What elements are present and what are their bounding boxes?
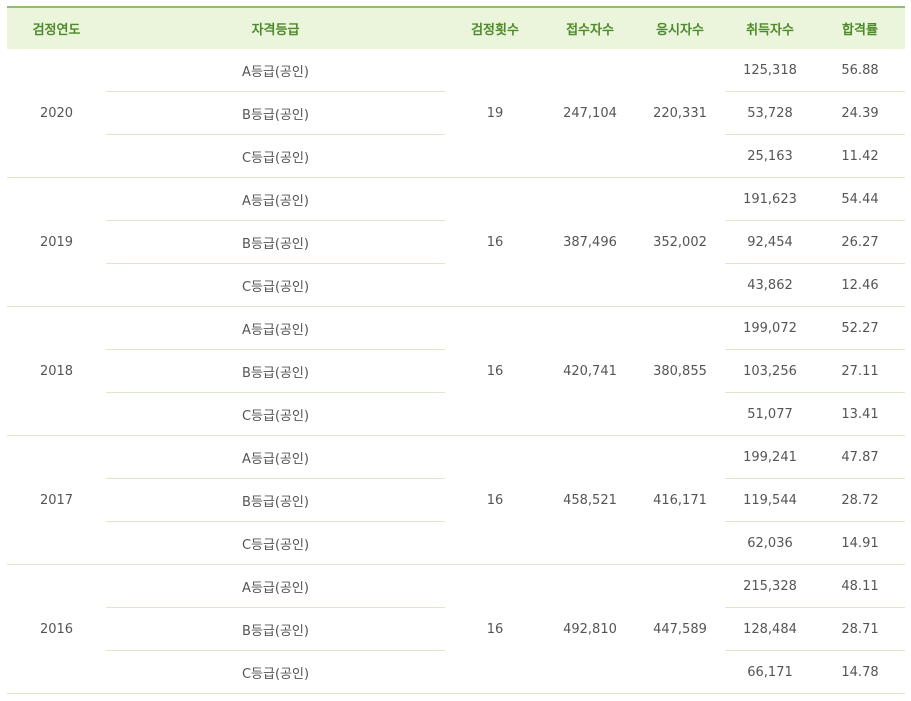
- obtained-cell: 128,484: [725, 607, 815, 651]
- obtained-cell: 191,623: [725, 177, 815, 221]
- table-row: 2020 A등급(공인) 19 247,104 220,331 125,318 56.88: [7, 49, 905, 178]
- examinees-cell: 352,002: [635, 177, 725, 307]
- pass-rate-cell: 24.39: [815, 91, 905, 135]
- applicants-cell: 420,741: [545, 306, 635, 436]
- table-row: 2019 A등급(공인) 16 387,496 352,002 191,623 54.44: [7, 177, 905, 307]
- pass-rate-cell: 14.91: [815, 521, 905, 565]
- table-row: 2017 A등급(공인) 16 458,521 416,171 199,241 47.87: [7, 435, 905, 565]
- header-row: 검정연도 자격등급 검정횟수 접수자수 응시자수 취득자수 합격률: [7, 7, 905, 49]
- table-row: 2018 A등급(공인) 16 420,741 380,855 199,072 52.27: [7, 306, 905, 436]
- grade-cell: B등급(공인): [106, 91, 445, 135]
- table-body: 2020 A등급(공인) 19 247,104 220,331 125,318 56.88 B…: [7, 49, 905, 694]
- obtained-cell: 103,256: [725, 349, 815, 393]
- pass-rate-cell: 48.11: [815, 564, 905, 608]
- examinees-cell: 220,331: [635, 49, 725, 178]
- obtained-cell: 199,072: [725, 306, 815, 350]
- applicants-cell: 492,810: [545, 564, 635, 694]
- table-header: 검정연도 자격등급 검정횟수 접수자수 응시자수 취득자수 합격률: [7, 7, 905, 49]
- pass-rate-cell: 54.44: [815, 177, 905, 221]
- pass-rate-cell: 56.88: [815, 49, 905, 92]
- grade-cell: C등급(공인): [106, 521, 445, 565]
- grade-cell: A등급(공인): [106, 435, 445, 479]
- grade-cell: A등급(공인): [106, 564, 445, 608]
- pass-rate-cell: 27.11: [815, 349, 905, 393]
- count-cell: 16: [445, 306, 545, 436]
- obtained-cell: 62,036: [725, 521, 815, 565]
- applicants-cell: 387,496: [545, 177, 635, 307]
- pass-rate-cell: 11.42: [815, 134, 905, 178]
- header-applicants: 접수자수: [566, 23, 614, 38]
- certification-stats-table: 검정연도 자격등급 검정횟수 접수자수 응시자수 취득자수 합격률 2020 A등…: [7, 6, 905, 694]
- obtained-cell: 53,728: [725, 91, 815, 135]
- grade-cell: A등급(공인): [106, 306, 445, 350]
- examinees-cell: 380,855: [635, 306, 725, 436]
- year-cell: 2018: [7, 306, 106, 436]
- pass-rate-cell: 26.27: [815, 220, 905, 264]
- pass-rate-cell: 52.27: [815, 306, 905, 350]
- stats-table-container: 검정연도 자격등급 검정횟수 접수자수 응시자수 취득자수 합격률 2020 A등…: [7, 6, 905, 694]
- count-cell: 16: [445, 564, 545, 694]
- year-cell: 2019: [7, 177, 106, 307]
- obtained-cell: 125,318: [725, 49, 815, 92]
- header-year: 검정연도: [32, 23, 81, 38]
- header-grade: 자격등급: [251, 23, 300, 38]
- count-cell: 16: [445, 177, 545, 307]
- pass-rate-cell: 47.87: [815, 435, 905, 479]
- grade-cell: B등급(공인): [106, 607, 445, 651]
- obtained-cell: 92,454: [725, 220, 815, 264]
- pass-rate-cell: 14.78: [815, 650, 905, 694]
- obtained-cell: 51,077: [725, 392, 815, 436]
- grade-cell: C등급(공인): [106, 263, 445, 307]
- obtained-cell: 66,171: [725, 650, 815, 694]
- obtained-cell: 199,241: [725, 435, 815, 479]
- examinees-cell: 416,171: [635, 435, 725, 565]
- examinees-cell: 447,589: [635, 564, 725, 694]
- grade-cell: C등급(공인): [106, 650, 445, 694]
- obtained-cell: 215,328: [725, 564, 815, 608]
- obtained-cell: 25,163: [725, 134, 815, 178]
- grade-cell: A등급(공인): [106, 177, 445, 221]
- obtained-cell: 119,544: [725, 478, 815, 522]
- header-examinees: 응시자수: [656, 23, 704, 38]
- applicants-cell: 247,104: [545, 49, 635, 178]
- header-obtained: 취득자수: [746, 23, 794, 38]
- grade-cell: A등급(공인): [106, 49, 445, 92]
- year-cell: 2016: [7, 564, 106, 694]
- count-cell: 19: [445, 49, 545, 178]
- count-cell: 16: [445, 435, 545, 565]
- applicants-cell: 458,521: [545, 435, 635, 565]
- obtained-cell: 43,862: [725, 263, 815, 307]
- pass-rate-cell: 28.71: [815, 607, 905, 651]
- grade-cell: B등급(공인): [106, 349, 445, 393]
- pass-rate-cell: 28.72: [815, 478, 905, 522]
- header-count: 검정횟수: [471, 23, 519, 38]
- header-pass-rate: 합격률: [842, 23, 878, 38]
- pass-rate-cell: 12.46: [815, 263, 905, 307]
- year-cell: 2017: [7, 435, 106, 565]
- table-row: 2016 A등급(공인) 16 492,810 447,589 215,328 48.11: [7, 564, 905, 694]
- grade-cell: B등급(공인): [106, 478, 445, 522]
- grade-cell: C등급(공인): [106, 134, 445, 178]
- grade-cell: C등급(공인): [106, 392, 445, 436]
- year-cell: 2020: [7, 49, 106, 178]
- pass-rate-cell: 13.41: [815, 392, 905, 436]
- grade-cell: B등급(공인): [106, 220, 445, 264]
